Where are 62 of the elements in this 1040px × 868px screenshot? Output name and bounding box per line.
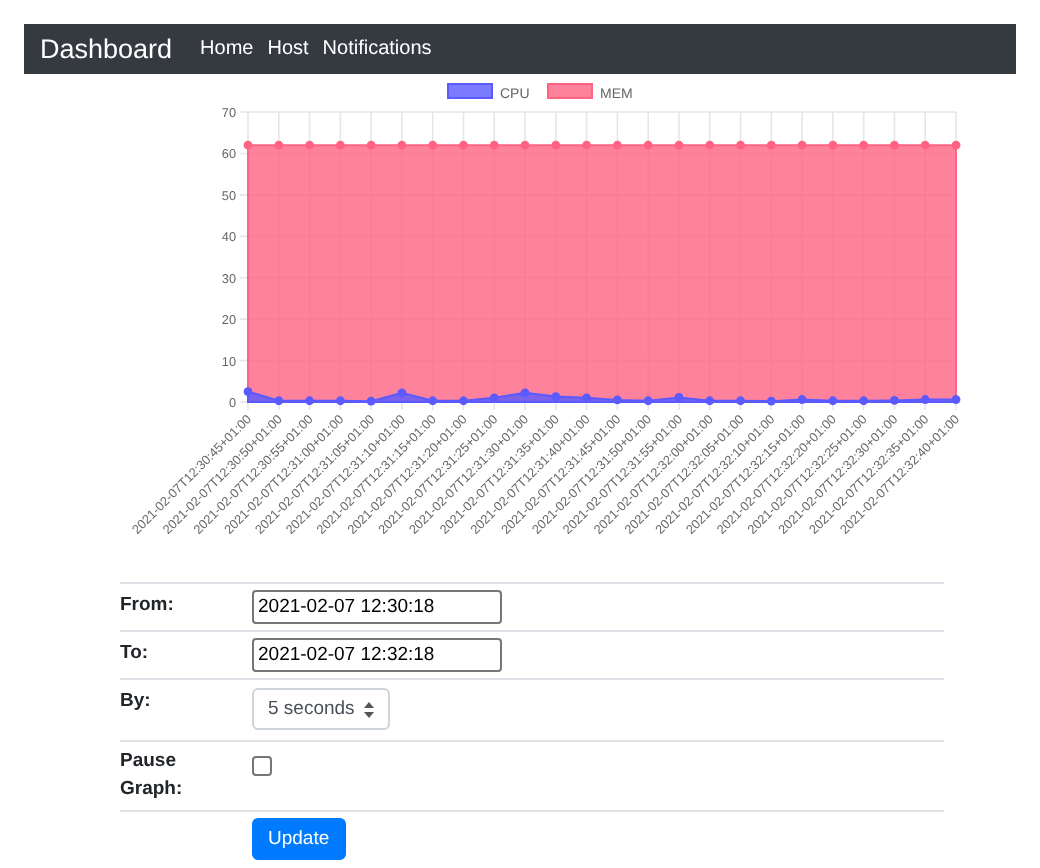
data-point — [674, 393, 684, 402]
field-label: By: — [120, 688, 153, 712]
data-point — [920, 140, 930, 150]
data-point — [705, 396, 715, 406]
data-point — [489, 393, 499, 403]
data-point — [766, 396, 776, 406]
data-point — [705, 140, 715, 150]
brand-title[interactable]: Dashboard — [40, 34, 173, 64]
data-point — [613, 140, 622, 150]
data-point — [428, 140, 438, 150]
data-point — [736, 396, 745, 406]
data-point — [243, 140, 253, 150]
data-point — [335, 140, 345, 150]
data-point — [335, 396, 345, 406]
nav-link[interactable]: Notifications — [322, 38, 432, 60]
data-point — [736, 140, 745, 150]
update-button[interactable]: Update — [252, 818, 346, 860]
data-point — [397, 388, 407, 398]
field-label: From: — [120, 592, 176, 616]
data-point — [274, 396, 284, 406]
data-point — [766, 140, 776, 150]
data-point — [366, 140, 376, 150]
data-point — [828, 140, 838, 150]
data-point — [551, 140, 561, 150]
data-point — [859, 396, 869, 406]
data-point — [797, 140, 807, 150]
to-input[interactable]: 2021-02-07 12:32:18 — [252, 638, 502, 672]
data-point — [551, 392, 561, 401]
interval-select[interactable]: 5 seconds — [252, 688, 391, 730]
data-point — [305, 140, 314, 150]
data-point — [920, 395, 930, 404]
data-point — [951, 395, 961, 404]
sort-caret-icon — [364, 701, 375, 717]
data-point — [305, 396, 314, 406]
data-point — [613, 395, 622, 405]
data-point — [797, 395, 807, 404]
nav-link[interactable]: Host — [267, 38, 309, 60]
data-point — [890, 395, 899, 405]
data-point — [582, 140, 591, 150]
data-point — [459, 140, 468, 150]
data-point — [520, 388, 530, 398]
data-point — [489, 140, 499, 150]
data-point — [274, 140, 284, 150]
data-point — [243, 387, 253, 397]
data-point — [428, 396, 438, 406]
field-label: To: — [120, 640, 151, 664]
data-point — [890, 140, 899, 150]
nav-link[interactable]: Home — [200, 38, 254, 60]
data-point — [828, 396, 838, 406]
data-point — [951, 140, 961, 150]
data-point — [674, 140, 684, 150]
data-point — [582, 393, 591, 403]
data-point — [643, 396, 653, 406]
data-point — [520, 140, 530, 150]
from-input[interactable]: 2021-02-07 12:30:18 — [252, 590, 502, 624]
data-point — [397, 140, 407, 150]
data-point — [366, 396, 376, 406]
data-point — [859, 140, 869, 150]
pause-checkbox[interactable] — [252, 756, 272, 776]
data-point — [459, 396, 468, 406]
data-point — [643, 140, 653, 150]
field-label: Pause Graph: — [120, 748, 185, 804]
